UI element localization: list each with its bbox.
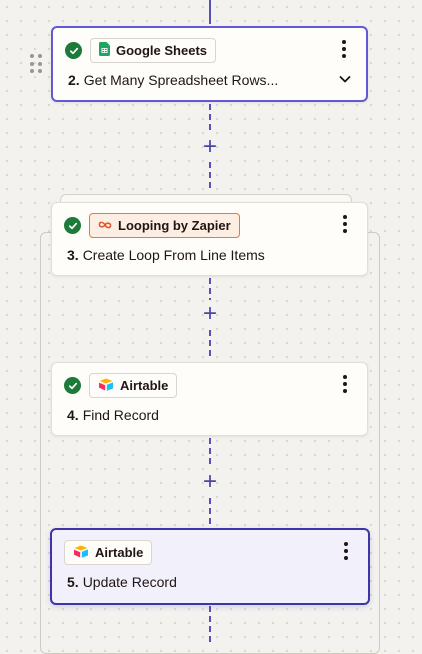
airtable-icon <box>98 378 114 394</box>
chevron-down-icon[interactable] <box>338 72 352 86</box>
step-title: 3. Create Loop From Line Items <box>67 247 265 263</box>
connector-line <box>209 278 211 300</box>
step-title: 4. Find Record <box>67 407 159 423</box>
app-name: Airtable <box>120 378 169 393</box>
app-chip: Airtable <box>89 373 178 398</box>
connector-line <box>209 330 211 358</box>
app-chip: Looping by Zapier <box>89 213 240 238</box>
drag-handle-icon[interactable] <box>30 54 42 74</box>
add-step-button[interactable]: + <box>198 302 222 326</box>
step-title-text: Get Many Spreadsheet Rows... <box>83 72 279 88</box>
step-title: 2. Get Many Spreadsheet Rows... <box>68 72 278 88</box>
more-options-icon[interactable] <box>337 213 353 235</box>
step-title-text: Update Record <box>82 574 177 590</box>
step-number: 4. <box>67 407 79 423</box>
app-name: Looping by Zapier <box>118 218 231 233</box>
step-card-4[interactable]: Airtable 4. Find Record <box>51 362 368 436</box>
connector-line-top <box>209 0 211 24</box>
more-options-icon[interactable] <box>338 540 354 562</box>
step-number: 5. <box>67 574 79 590</box>
app-name: Google Sheets <box>116 43 208 58</box>
google-sheets-icon <box>99 42 110 59</box>
add-step-button[interactable]: + <box>198 135 222 159</box>
more-options-icon[interactable] <box>337 373 353 395</box>
connector-line <box>209 162 211 192</box>
app-chip: Airtable <box>64 540 153 565</box>
step-title-text: Find Record <box>82 407 159 423</box>
step-card-2[interactable]: Google Sheets 2. Get Many Spreadsheet Row… <box>51 26 368 102</box>
step-card-3[interactable]: Looping by Zapier 3. Create Loop From Lin… <box>51 202 368 276</box>
connector-line-bottom <box>209 606 211 645</box>
airtable-icon <box>73 545 89 561</box>
app-name: Airtable <box>95 545 144 560</box>
step-title: 5. Update Record <box>67 574 177 590</box>
connector-line <box>209 498 211 526</box>
step-number: 3. <box>67 247 79 263</box>
more-options-icon[interactable] <box>336 38 352 60</box>
connector-line <box>209 104 211 132</box>
step-card-5[interactable]: Airtable 5. Update Record <box>50 528 370 605</box>
looping-infinity-icon <box>98 218 112 233</box>
add-step-button[interactable]: + <box>198 470 222 494</box>
check-circle-icon <box>64 377 81 394</box>
check-circle-icon <box>65 42 82 59</box>
step-number: 2. <box>68 72 80 88</box>
connector-line <box>209 438 211 468</box>
check-circle-icon <box>64 217 81 234</box>
app-chip: Google Sheets <box>90 38 217 63</box>
step-title-text: Create Loop From Line Items <box>82 247 265 263</box>
